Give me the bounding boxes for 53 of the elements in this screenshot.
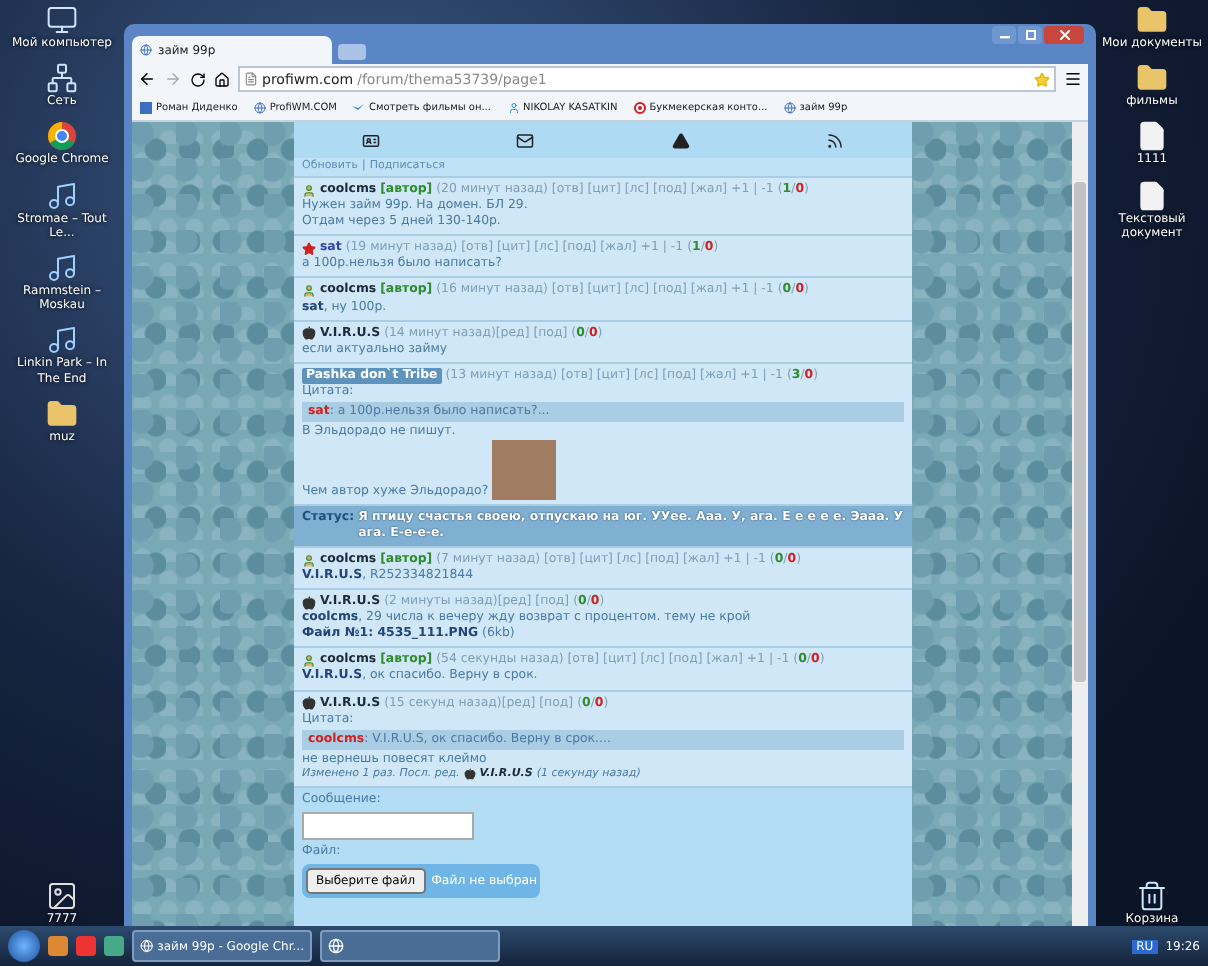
apple-icon: [463, 768, 476, 781]
user-icon: [302, 553, 316, 568]
message-field[interactable]: [302, 811, 474, 840]
maximize-button[interactable]: [1018, 26, 1042, 44]
computer-icon: [46, 4, 78, 36]
globe-icon: [140, 938, 154, 954]
music-file-icon: [46, 179, 78, 212]
scrollbar[interactable]: [1072, 122, 1088, 926]
bird-icon: [352, 101, 365, 113]
user-icon: [302, 183, 316, 198]
page-icon: [244, 72, 258, 86]
reload-icon[interactable]: [190, 71, 206, 87]
taskbar-button[interactable]: [320, 930, 500, 962]
close-icon: [1059, 30, 1069, 40]
apple-icon: [302, 326, 316, 341]
menu-icon[interactable]: [1064, 70, 1082, 88]
close-button[interactable]: [1044, 26, 1084, 44]
trash-icon: [1136, 879, 1168, 912]
bookmark-star-icon[interactable]: [1034, 71, 1050, 87]
folder-icon: [1136, 4, 1168, 36]
user-icon: [302, 283, 316, 298]
file-icon: [1136, 120, 1168, 153]
globe-icon: [140, 44, 152, 56]
network-icon: [46, 62, 78, 95]
back-icon[interactable]: [138, 70, 156, 88]
user-icon: [302, 653, 316, 668]
minimize-icon: [999, 30, 1009, 40]
forward-icon[interactable]: [164, 70, 182, 88]
start-button[interactable]: [8, 930, 40, 962]
image-file-icon: [46, 879, 78, 912]
apple-icon: [302, 595, 316, 610]
photo-placeholder: [492, 439, 557, 500]
home-icon[interactable]: [214, 71, 230, 87]
file-icon: [1136, 179, 1168, 212]
star-icon: [302, 241, 316, 256]
minimize-button[interactable]: [992, 26, 1016, 44]
maximize-icon: [1025, 30, 1035, 40]
mail-icon[interactable]: [516, 131, 535, 149]
target-icon: [633, 101, 646, 113]
rss-icon[interactable]: [825, 131, 844, 149]
music-file-icon: [46, 324, 78, 357]
globe-icon: [253, 101, 266, 113]
square-icon: [140, 101, 152, 113]
globe-icon: [783, 101, 796, 113]
chrome-logo-icon: [46, 120, 78, 153]
person-icon: [507, 101, 519, 113]
warning-icon[interactable]: [671, 131, 690, 149]
id-card-icon[interactable]: [362, 131, 381, 149]
apple-icon: [302, 696, 316, 711]
folder-icon: [1136, 62, 1168, 95]
folder-icon: [46, 397, 78, 430]
music-file-icon: [46, 251, 78, 284]
globe-icon: [328, 938, 344, 954]
